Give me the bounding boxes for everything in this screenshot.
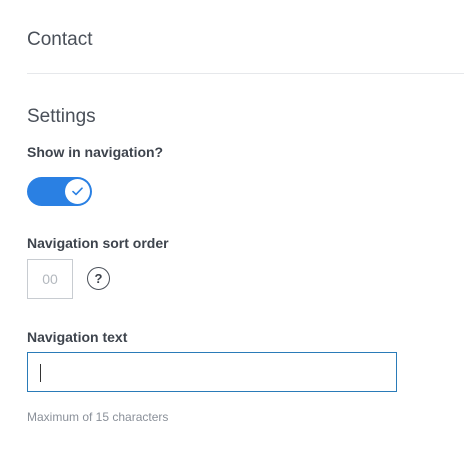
text-caret [40, 364, 41, 382]
header-divider [27, 73, 464, 74]
settings-page: Contact Settings Show in navigation? Nav… [0, 0, 464, 452]
navigation-sort-order-label: Navigation sort order [27, 235, 169, 251]
check-icon [72, 187, 83, 196]
navigation-text-helper: Maximum of 15 characters [27, 410, 169, 424]
navigation-text-input[interactable] [28, 353, 396, 391]
question-mark-icon[interactable]: ? [87, 267, 110, 290]
page-title: Contact [27, 29, 93, 50]
toggle-knob [65, 179, 90, 204]
navigation-text-field [27, 352, 397, 392]
section-title-settings: Settings [27, 106, 96, 127]
navigation-sort-order-input[interactable] [27, 259, 73, 299]
show-in-navigation-label: Show in navigation? [27, 144, 164, 160]
show-in-navigation-toggle[interactable] [27, 177, 92, 206]
navigation-text-label: Navigation text [27, 329, 128, 345]
